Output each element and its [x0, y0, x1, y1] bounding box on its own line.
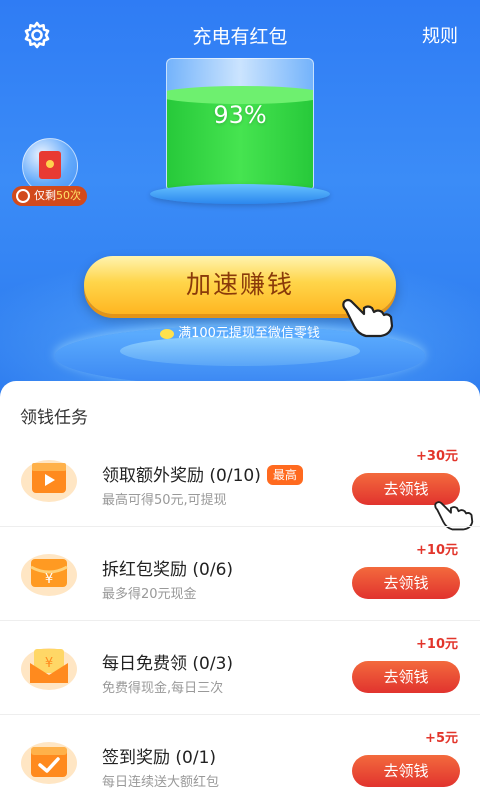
- remaining-prefix: 仅剩: [34, 189, 56, 202]
- battery-indicator: 93%: [150, 58, 330, 208]
- checkin-calendar-icon: [21, 742, 77, 784]
- remaining-count-tag: 仅剩50次: [12, 186, 87, 206]
- task-row: 领取额外奖励 (0/10) 最高 最高可得50元,可提现 +30元 去领钱: [0, 433, 480, 531]
- task-name: 拆红包奖励 (0/6): [102, 560, 234, 580]
- svg-text:¥: ¥: [45, 572, 53, 587]
- page-title: 充电有红包: [192, 26, 288, 48]
- battery-percent: 93%: [213, 101, 267, 129]
- task-name-text: 领取额外奖励 (0/10): [102, 466, 261, 486]
- clock-icon: [16, 189, 30, 203]
- video-icon: [21, 460, 77, 502]
- withdraw-tip-text: 满100元提现至微信零钱: [178, 326, 320, 341]
- task-reward: +10元: [416, 543, 458, 558]
- task-panel-title: 领钱任务: [20, 408, 88, 428]
- red-packet-bubble[interactable]: 仅剩50次: [12, 138, 94, 210]
- svg-text:¥: ¥: [45, 656, 53, 671]
- max-badge: 最高: [266, 465, 303, 485]
- task-subtitle: 最多得20元现金: [102, 587, 197, 602]
- remaining-count: 50次: [56, 189, 81, 202]
- task-name: 每日免费领 (0/3): [102, 654, 234, 674]
- claim-button[interactable]: 去领钱: [352, 755, 460, 787]
- task-reward: +30元: [416, 449, 458, 464]
- yuan-wallet-icon: ¥: [21, 554, 77, 596]
- red-envelope-icon: ¥: [21, 648, 77, 690]
- task-reward: +10元: [416, 637, 458, 652]
- battery-glass: 93%: [166, 58, 314, 190]
- wechat-icon: [160, 328, 175, 339]
- task-row: 签到奖励 (0/1) 每日连续送大额红包 +5元 去领钱: [0, 715, 480, 800]
- claim-button[interactable]: 去领钱: [352, 661, 460, 693]
- withdraw-tip: 满100元提现至微信零钱: [0, 322, 480, 341]
- task-row: ¥ 每日免费领 (0/3) 免费得现金,每日三次 +10元 去领钱: [0, 621, 480, 715]
- task-name: 领取额外奖励 (0/10) 最高: [102, 461, 303, 486]
- task-subtitle: 每日连续送大额红包: [102, 775, 220, 790]
- task-name: 签到奖励 (0/1): [102, 748, 217, 768]
- task-reward: +5元: [425, 731, 458, 746]
- claim-button[interactable]: 去领钱: [352, 567, 460, 599]
- task-subtitle: 免费得现金,每日三次: [102, 681, 224, 696]
- task-subtitle: 最高可得50元,可提现: [102, 493, 227, 508]
- task-panel: 领钱任务 领取额外奖励 (0/10) 最高 最高可得50元,可提现 +30元 去领…: [0, 381, 480, 800]
- task-row: ¥ 拆红包奖励 (0/6) 最多得20元现金 +10元 去领钱: [0, 527, 480, 621]
- red-envelope-icon: [39, 151, 61, 179]
- rules-link[interactable]: 规则: [422, 22, 458, 48]
- battery-base: [150, 184, 330, 204]
